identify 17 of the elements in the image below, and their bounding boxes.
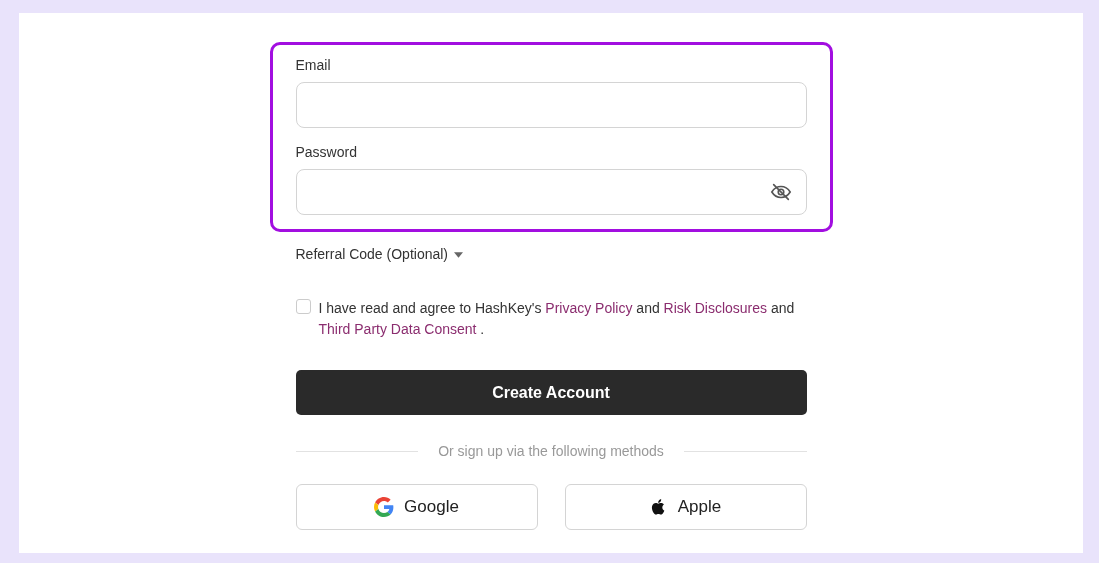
policy-link[interactable]: Risk Disclosures bbox=[663, 300, 768, 316]
google-sign-in-button[interactable]: Google bbox=[295, 484, 538, 530]
consent-text: I have read and agree to HashKey's Privacy Policy and Risk Disclosures and Third Party Data Consent . bbox=[318, 299, 796, 339]
password-field[interactable] bbox=[295, 169, 807, 215]
policy-link[interactable]: Privacy Policy bbox=[545, 300, 633, 316]
create-account-button[interactable]: Create Account bbox=[295, 370, 807, 415]
field-label: Password bbox=[295, 143, 358, 162]
hidden-eye-icon[interactable] bbox=[769, 181, 792, 203]
caret-icon bbox=[454, 251, 463, 258]
google-icon bbox=[374, 497, 395, 517]
field-label: Email bbox=[295, 56, 332, 75]
consent-checkbox[interactable] bbox=[295, 299, 311, 314]
apple-sign-in-button[interactable]: Apple bbox=[564, 484, 807, 530]
divider-text: Or sign up via the following methods bbox=[438, 442, 664, 461]
email-field[interactable] bbox=[295, 82, 807, 128]
policy-link[interactable]: Third Party Data Consent bbox=[318, 321, 477, 337]
referral-code-toggle[interactable]: Referral Code (Optional) bbox=[295, 244, 463, 265]
